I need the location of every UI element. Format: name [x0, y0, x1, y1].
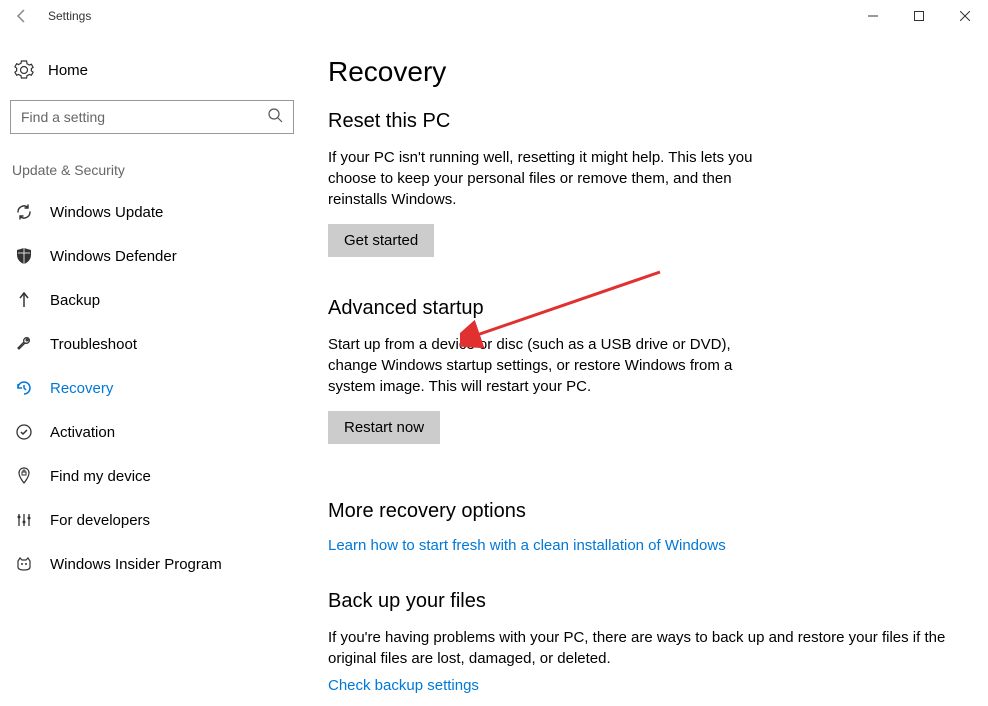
sidebar-item-troubleshoot[interactable]: Troubleshoot [10, 322, 290, 366]
sidebar-item-label: For developers [50, 512, 150, 529]
location-lock-icon [14, 466, 34, 486]
sidebar-item-label: Find my device [50, 468, 151, 485]
back-arrow-icon [14, 8, 30, 24]
reset-pc-desc: If your PC isn't running well, resetting… [328, 147, 768, 210]
window-controls [850, 0, 988, 32]
page-title: Recovery [328, 56, 978, 88]
sidebar-item-label: Windows Insider Program [50, 556, 222, 573]
search-icon [267, 107, 283, 128]
start-fresh-link[interactable]: Learn how to start fresh with a clean in… [328, 537, 726, 554]
sidebar-item-label: Troubleshoot [50, 336, 137, 353]
sidebar-item-label: Recovery [50, 380, 113, 397]
advanced-startup-heading: Advanced startup [328, 297, 978, 320]
sidebar-item-label: Backup [50, 292, 100, 309]
maximize-button[interactable] [896, 0, 942, 32]
window-title: Settings [48, 9, 91, 23]
get-started-button[interactable]: Get started [328, 224, 434, 257]
sidebar-item-windows-insider[interactable]: Windows Insider Program [10, 542, 290, 586]
home-nav[interactable]: Home [10, 52, 290, 88]
sidebar-item-for-developers[interactable]: For developers [10, 498, 290, 542]
restart-now-button[interactable]: Restart now [328, 411, 440, 444]
sidebar-section-label: Update & Security [10, 162, 290, 178]
ninja-cat-icon [14, 554, 34, 574]
titlebar: Settings [0, 0, 988, 32]
history-icon [14, 378, 34, 398]
backup-arrow-icon [14, 290, 34, 310]
shield-icon [14, 246, 34, 266]
sidebar-item-recovery[interactable]: Recovery [10, 366, 290, 410]
search-input[interactable] [21, 109, 267, 125]
more-recovery-heading: More recovery options [328, 500, 978, 523]
minimize-icon [868, 11, 878, 21]
close-button[interactable] [942, 0, 988, 32]
check-circle-icon [14, 422, 34, 442]
sidebar-item-windows-update[interactable]: Windows Update [10, 190, 290, 234]
search-box[interactable] [10, 100, 294, 134]
wrench-icon [14, 334, 34, 354]
backup-files-heading: Back up your files [328, 590, 978, 613]
developer-icon [14, 510, 34, 530]
check-backup-link[interactable]: Check backup settings [328, 677, 479, 694]
reset-pc-heading: Reset this PC [328, 110, 978, 133]
sidebar-item-windows-defender[interactable]: Windows Defender [10, 234, 290, 278]
close-icon [960, 11, 970, 21]
gear-icon [14, 60, 34, 80]
sidebar-item-find-my-device[interactable]: Find my device [10, 454, 290, 498]
minimize-button[interactable] [850, 0, 896, 32]
sidebar: Home Update & Security Windows Update Wi… [0, 32, 300, 706]
main-content: Recovery Reset this PC If your PC isn't … [300, 32, 988, 706]
sidebar-item-label: Windows Update [50, 204, 163, 221]
sidebar-item-label: Windows Defender [50, 248, 177, 265]
home-label: Home [48, 62, 88, 79]
sidebar-item-label: Activation [50, 424, 115, 441]
backup-files-desc: If you're having problems with your PC, … [328, 627, 948, 669]
sidebar-item-backup[interactable]: Backup [10, 278, 290, 322]
back-button[interactable] [8, 2, 36, 30]
sidebar-item-activation[interactable]: Activation [10, 410, 290, 454]
maximize-icon [914, 11, 924, 21]
sync-icon [14, 202, 34, 222]
advanced-startup-desc: Start up from a device or disc (such as … [328, 334, 768, 397]
